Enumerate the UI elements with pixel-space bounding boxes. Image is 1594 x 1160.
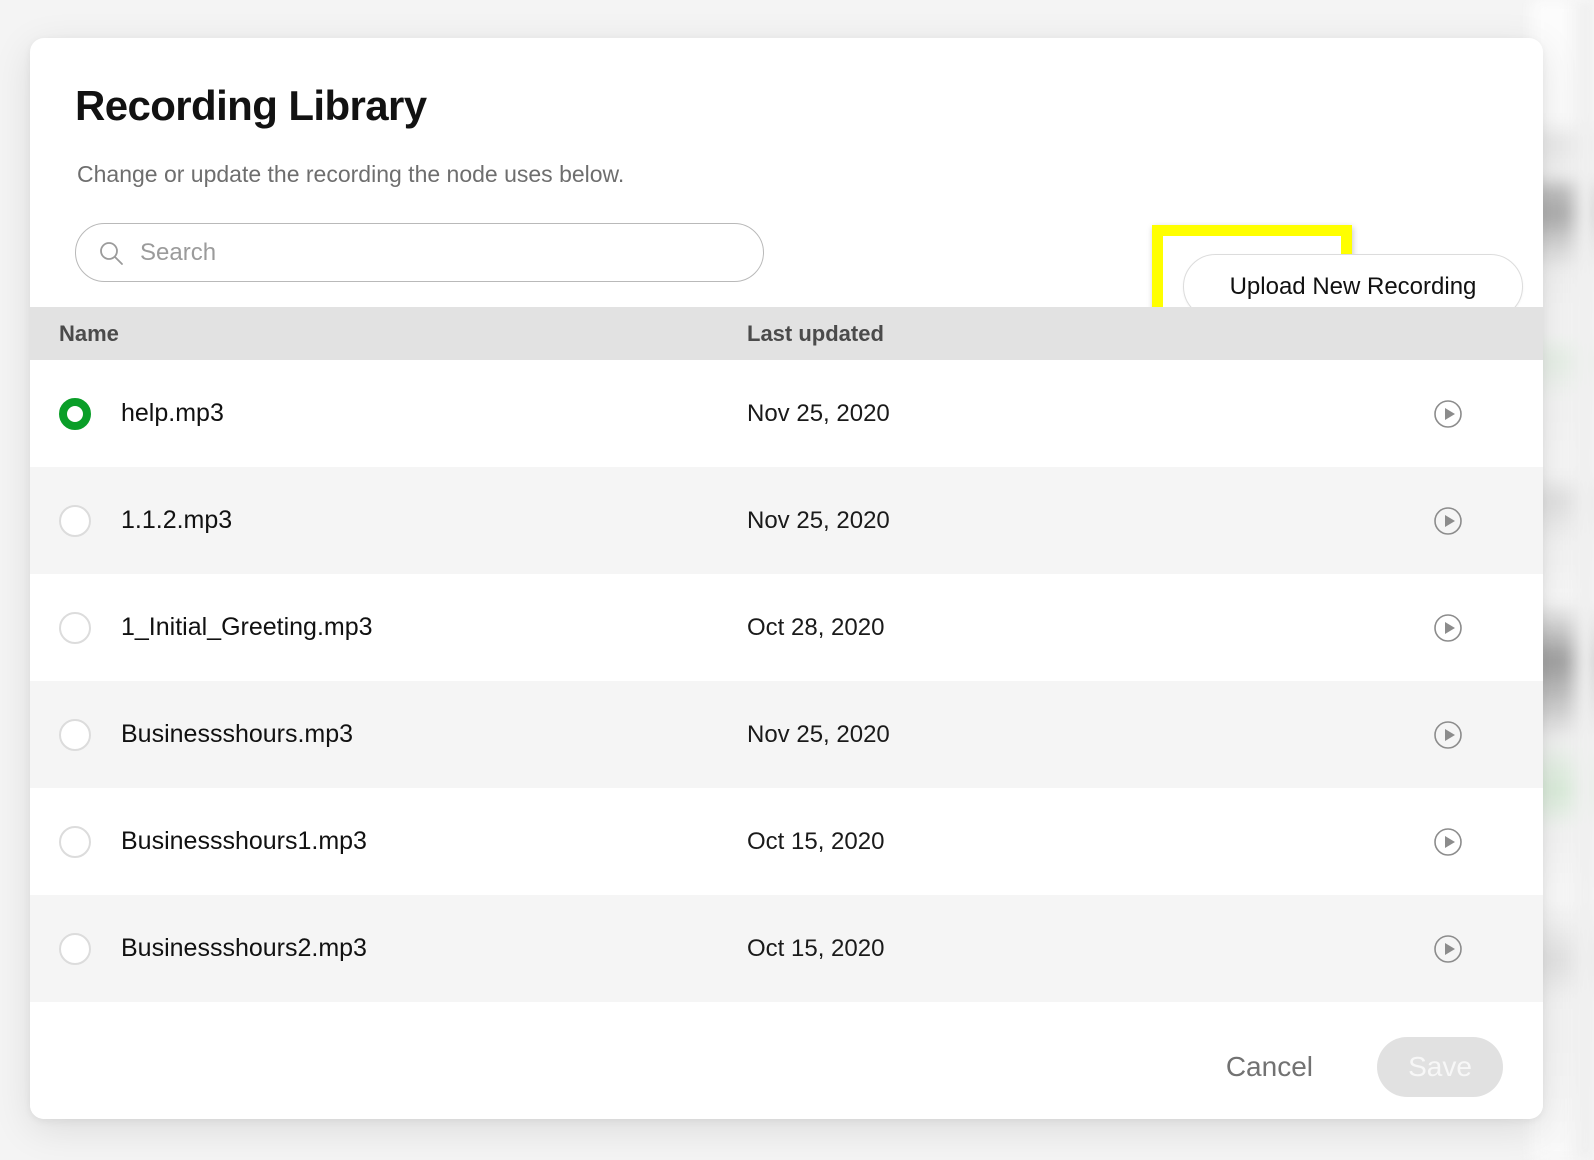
- play-icon[interactable]: [1433, 934, 1463, 964]
- search-input[interactable]: [140, 224, 763, 281]
- table-row[interactable]: Businessshours.mp3 Nov 25, 2020: [30, 681, 1543, 788]
- column-header-name: Name: [59, 320, 119, 346]
- column-header-last-updated: Last updated: [747, 320, 884, 346]
- recording-name: Businessshours.mp3: [121, 720, 354, 748]
- recording-last-updated: Oct 15, 2020: [747, 934, 885, 962]
- dialog-header: Recording Library Change or update the r…: [30, 38, 1543, 350]
- play-icon[interactable]: [1433, 399, 1463, 429]
- row-radio[interactable]: [59, 932, 91, 965]
- dialog-footer: Cancel Save: [30, 1015, 1543, 1119]
- play-cell: [1433, 720, 1543, 750]
- play-cell: [1433, 613, 1543, 643]
- search-icon: [100, 241, 123, 265]
- page-title: Recording Library: [75, 82, 427, 129]
- row-radio[interactable]: [59, 611, 91, 644]
- recording-name: Businessshours1.mp3: [121, 827, 367, 855]
- recording-name: help.mp3: [121, 399, 224, 427]
- play-cell: [1433, 934, 1543, 964]
- table-row[interactable]: Businessshours2.mp3 Oct 15, 2020: [30, 895, 1543, 1002]
- row-radio[interactable]: [59, 825, 91, 858]
- table-row[interactable]: 1.1.2.mp3 Nov 25, 2020: [30, 467, 1543, 574]
- dialog-subtitle: Change or update the recording the node …: [77, 161, 625, 187]
- play-icon[interactable]: [1433, 827, 1463, 857]
- play-cell: [1433, 506, 1543, 536]
- recording-name: Businessshours2.mp3: [121, 934, 367, 962]
- recordings-table: Name Last updated help.mp3 Nov 25, 2020 …: [30, 307, 1543, 1015]
- table-row[interactable]: 1_Initial_Greeting.mp3 Oct 28, 2020: [30, 574, 1543, 681]
- dialog-controls-row: Upload New Recording: [75, 223, 1543, 350]
- play-cell: [1433, 827, 1543, 857]
- row-radio[interactable]: [59, 504, 91, 537]
- table-header-row: Name Last updated: [30, 307, 1543, 360]
- recording-last-updated: Oct 15, 2020: [747, 827, 885, 855]
- search-box[interactable]: [75, 223, 764, 282]
- play-cell: [1433, 399, 1543, 429]
- recording-name: 1_Initial_Greeting.mp3: [121, 613, 373, 641]
- recording-name: 1.1.2.mp3: [121, 506, 233, 534]
- blurred-background-fade: [1564, 0, 1594, 1160]
- recording-last-updated: Nov 25, 2020: [747, 506, 890, 534]
- save-button[interactable]: Save: [1377, 1037, 1503, 1097]
- play-icon[interactable]: [1433, 613, 1463, 643]
- row-radio-selected[interactable]: [59, 397, 91, 430]
- table-row[interactable]: Businessshours1.mp3 Oct 15, 2020: [30, 788, 1543, 895]
- table-row[interactable]: help.mp3 Nov 25, 2020: [30, 360, 1543, 467]
- recording-last-updated: Nov 25, 2020: [747, 399, 890, 427]
- recording-last-updated: Oct 28, 2020: [747, 613, 885, 641]
- recording-library-dialog: Recording Library Change or update the r…: [30, 38, 1543, 1119]
- play-icon[interactable]: [1433, 506, 1463, 536]
- play-icon[interactable]: [1433, 720, 1463, 750]
- recording-last-updated: Nov 25, 2020: [747, 720, 890, 748]
- cancel-button[interactable]: Cancel: [1198, 1051, 1341, 1083]
- row-radio[interactable]: [59, 718, 91, 751]
